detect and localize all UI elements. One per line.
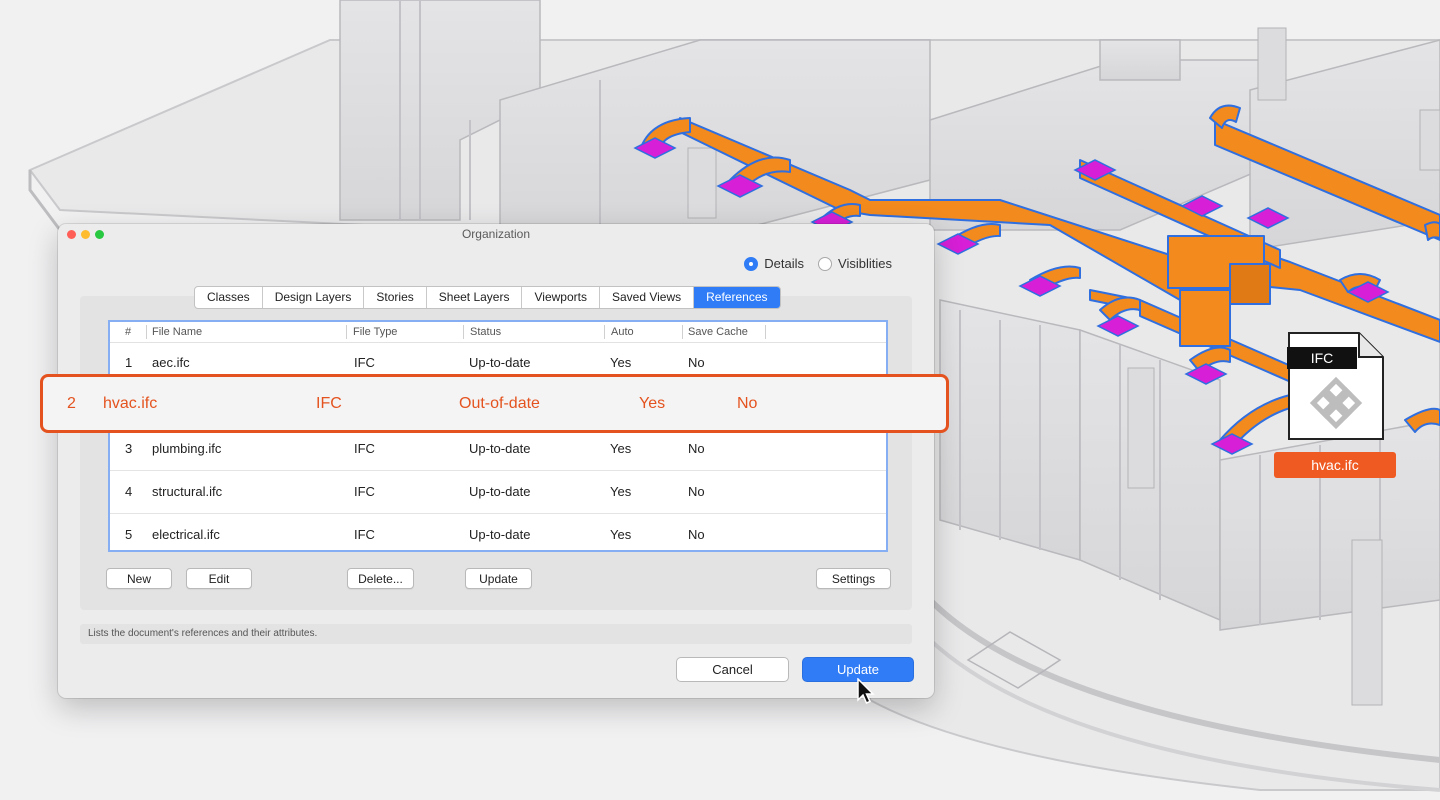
radio-unselected-icon bbox=[818, 256, 833, 271]
column-header-number[interactable]: # bbox=[125, 326, 131, 338]
row-save-cache[interactable]: No bbox=[688, 527, 705, 542]
file-type-label: IFC bbox=[1310, 350, 1334, 366]
row-save-cache[interactable]: No bbox=[688, 441, 705, 456]
column-divider bbox=[346, 325, 347, 339]
column-divider bbox=[604, 325, 605, 339]
new-button[interactable]: New bbox=[106, 568, 172, 589]
row-number: 3 bbox=[125, 441, 133, 456]
title-bar: Organization bbox=[58, 224, 934, 244]
column-header-save-cache[interactable]: Save Cache bbox=[688, 326, 748, 338]
radio-selected-icon bbox=[744, 256, 759, 271]
row-number: 4 bbox=[125, 484, 133, 499]
references-table: # File Name File Type Status Auto Save C… bbox=[108, 320, 888, 552]
table-row[interactable]: 3 plumbing.ifc IFC Up-to-date Yes No bbox=[110, 428, 886, 471]
highlight-save-cache: No bbox=[737, 395, 758, 412]
column-header-file-name[interactable]: File Name bbox=[152, 326, 202, 338]
tab-saved-views[interactable]: Saved Views bbox=[600, 287, 695, 308]
radio-details[interactable]: Details bbox=[744, 256, 804, 271]
column-divider bbox=[682, 325, 683, 339]
tab-sheet-layers[interactable]: Sheet Layers bbox=[427, 287, 523, 308]
row-status: Up-to-date bbox=[469, 441, 531, 456]
column-divider bbox=[146, 325, 147, 339]
row-auto[interactable]: Yes bbox=[610, 484, 631, 499]
row-save-cache[interactable]: No bbox=[688, 484, 705, 499]
row-file-name: aec.ifc bbox=[152, 355, 190, 370]
column-divider bbox=[765, 325, 766, 339]
radio-visibilities-label: Visiblities bbox=[838, 256, 892, 271]
tab-bar: Classes Design Layers Stories Sheet Laye… bbox=[194, 286, 781, 309]
pointer-cursor-icon bbox=[857, 678, 875, 704]
row-status: Up-to-date bbox=[469, 484, 531, 499]
window-title: Organization bbox=[461, 227, 531, 241]
tab-design-layers[interactable]: Design Layers bbox=[263, 287, 365, 308]
row-file-type: IFC bbox=[354, 484, 375, 499]
tab-references[interactable]: References bbox=[694, 287, 780, 308]
highlight-file-name: hvac.ifc bbox=[103, 395, 158, 412]
tab-stories[interactable]: Stories bbox=[364, 287, 427, 308]
row-status: Up-to-date bbox=[469, 355, 531, 370]
highlight-auto: Yes bbox=[639, 395, 666, 412]
row-auto[interactable]: Yes bbox=[610, 527, 631, 542]
row-save-cache[interactable]: No bbox=[688, 355, 705, 370]
row-number: 1 bbox=[125, 355, 133, 370]
radio-details-label: Details bbox=[764, 256, 805, 271]
row-number: 5 bbox=[125, 527, 133, 542]
row-file-type: IFC bbox=[354, 441, 375, 456]
highlighted-row-hvac[interactable]: 2 hvac.ifc IFC Out-of-date Yes No bbox=[40, 374, 949, 433]
highlight-row-number: 2 bbox=[67, 395, 76, 412]
highlight-status: Out-of-date bbox=[459, 395, 540, 412]
edit-button[interactable]: Edit bbox=[186, 568, 252, 589]
row-auto[interactable]: Yes bbox=[610, 441, 631, 456]
table-row[interactable]: 4 structural.ifc IFC Up-to-date Yes No bbox=[110, 471, 886, 514]
column-divider bbox=[463, 325, 464, 339]
delete-button[interactable]: Delete... bbox=[347, 568, 414, 589]
tab-viewports[interactable]: Viewports bbox=[522, 287, 600, 308]
ifc-file-icon: IFC bbox=[1287, 331, 1385, 441]
settings-button[interactable]: Settings bbox=[816, 568, 891, 589]
row-auto[interactable]: Yes bbox=[610, 355, 631, 370]
row-file-type: IFC bbox=[354, 355, 375, 370]
help-text: Lists the document's references and thei… bbox=[80, 624, 912, 644]
row-file-name: electrical.ifc bbox=[152, 527, 220, 542]
tab-classes[interactable]: Classes bbox=[195, 287, 263, 308]
column-header-file-type[interactable]: File Type bbox=[353, 326, 397, 338]
column-header-auto[interactable]: Auto bbox=[611, 326, 634, 338]
organization-dialog: Organization Details Visiblities Classes… bbox=[58, 224, 934, 698]
table-row[interactable]: 5 electrical.ifc IFC Up-to-date Yes No bbox=[110, 514, 886, 556]
row-file-type: IFC bbox=[354, 527, 375, 542]
column-header-status[interactable]: Status bbox=[470, 326, 501, 338]
radio-visibilities[interactable]: Visiblities bbox=[818, 256, 892, 271]
view-mode-radio-group: Details Visiblities bbox=[744, 256, 892, 271]
file-name-tag: hvac.ifc bbox=[1274, 452, 1396, 478]
update-reference-button[interactable]: Update bbox=[465, 568, 532, 589]
row-file-name: structural.ifc bbox=[152, 484, 223, 499]
row-status: Up-to-date bbox=[469, 527, 531, 542]
table-header: # File Name File Type Status Auto Save C… bbox=[110, 322, 886, 343]
row-file-name: plumbing.ifc bbox=[152, 441, 222, 456]
cancel-button[interactable]: Cancel bbox=[676, 657, 789, 682]
highlight-file-type: IFC bbox=[316, 395, 342, 412]
